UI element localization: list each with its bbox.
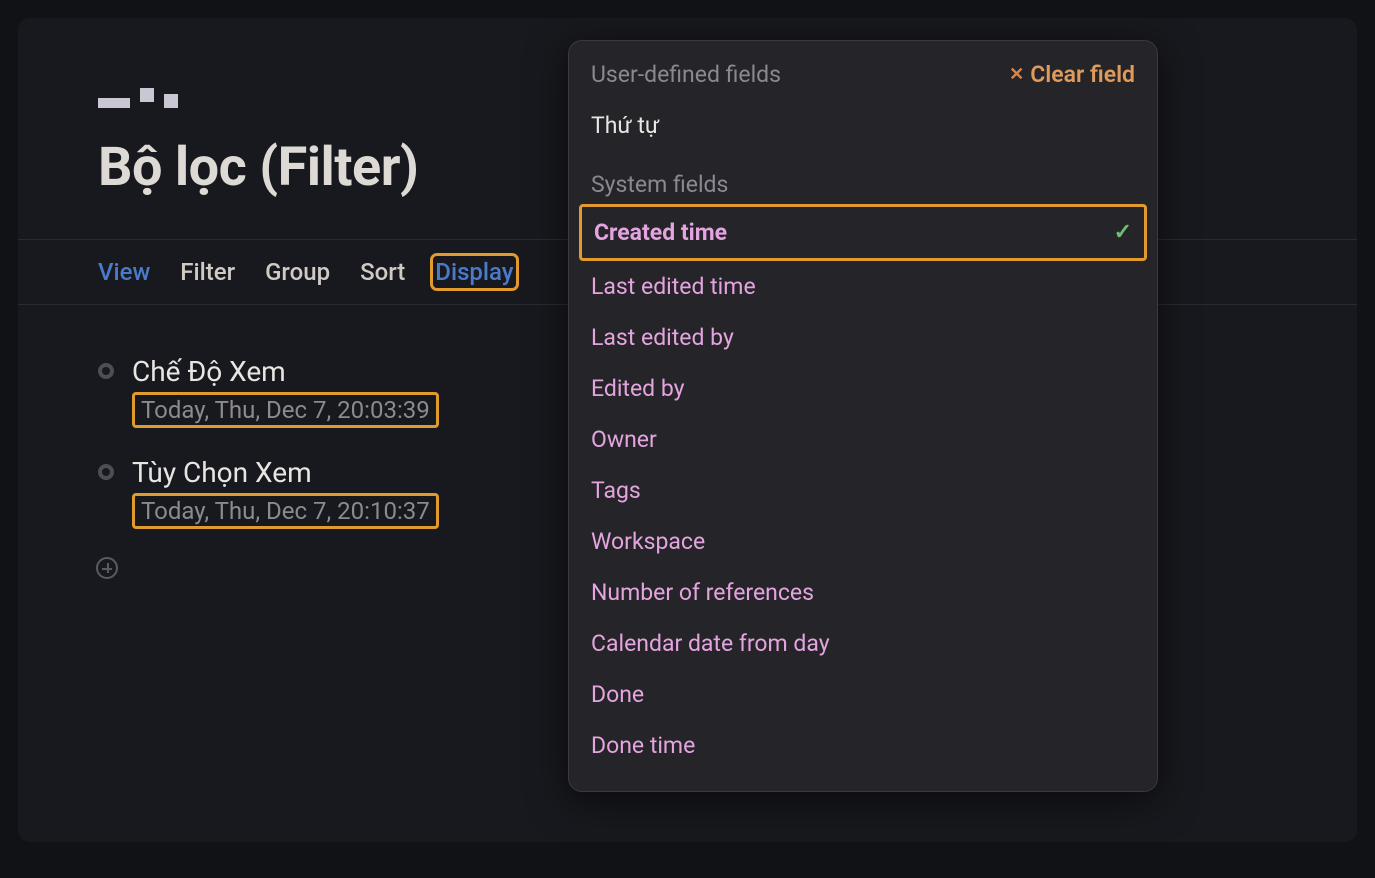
tab-group[interactable]: Group bbox=[265, 258, 330, 286]
list-item-title: Chế Độ Xem bbox=[132, 355, 439, 388]
close-icon: ✕ bbox=[1009, 64, 1024, 85]
bullet-icon bbox=[98, 363, 114, 379]
tab-sort[interactable]: Sort bbox=[360, 258, 405, 286]
field-option-tags[interactable]: Tags bbox=[569, 465, 1157, 516]
list-item-title: Tùy Chọn Xem bbox=[132, 456, 439, 489]
field-option-edited-by[interactable]: Edited by bbox=[569, 363, 1157, 414]
tab-filter[interactable]: Filter bbox=[180, 258, 235, 286]
bullet-icon bbox=[98, 464, 114, 480]
popup-header: User-defined fields ✕ Clear field bbox=[569, 57, 1157, 100]
tab-display[interactable]: Display bbox=[435, 258, 513, 286]
field-option-label: Created time bbox=[594, 219, 727, 246]
field-option-done-time[interactable]: Done time bbox=[569, 720, 1157, 771]
list-item-timestamp: Today, Thu, Dec 7, 20:10:37 bbox=[132, 493, 439, 529]
field-option-created-time[interactable]: Created time ✓ bbox=[579, 204, 1147, 261]
field-picker-popup: User-defined fields ✕ Clear field Thứ tự… bbox=[568, 40, 1158, 792]
field-option-thu-tu[interactable]: Thứ tự bbox=[569, 100, 1157, 151]
field-option-done[interactable]: Done bbox=[569, 669, 1157, 720]
field-option-workspace[interactable]: Workspace bbox=[569, 516, 1157, 567]
system-fields-label: System fields bbox=[569, 151, 1157, 204]
page-container: Bộ lọc (Filter) View Filter Group Sort D… bbox=[18, 18, 1357, 842]
plus-icon bbox=[96, 557, 118, 579]
tab-view[interactable]: View bbox=[98, 258, 150, 286]
user-defined-fields-label: User-defined fields bbox=[591, 61, 781, 88]
clear-field-label: Clear field bbox=[1030, 61, 1135, 88]
field-option-last-edited-by[interactable]: Last edited by bbox=[569, 312, 1157, 363]
clear-field-button[interactable]: ✕ Clear field bbox=[1009, 61, 1135, 88]
field-option-owner[interactable]: Owner bbox=[569, 414, 1157, 465]
field-option-last-edited-time[interactable]: Last edited time bbox=[569, 261, 1157, 312]
check-icon: ✓ bbox=[1114, 220, 1132, 245]
list-item-timestamp: Today, Thu, Dec 7, 20:03:39 bbox=[132, 392, 439, 428]
field-option-number-of-references[interactable]: Number of references bbox=[569, 567, 1157, 618]
field-option-calendar-date-from-day[interactable]: Calendar date from day bbox=[569, 618, 1157, 669]
